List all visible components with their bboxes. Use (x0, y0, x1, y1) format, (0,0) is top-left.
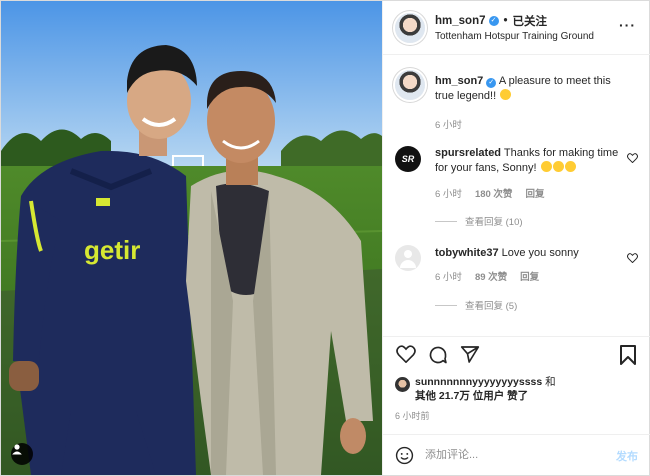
action-bar (383, 336, 650, 370)
jersey-sponsor: getir (84, 235, 140, 265)
author-row: hm_son7 ✓ • 已关注 (435, 13, 547, 29)
side-panel: hm_son7 ✓ • 已关注 Tottenham Hotspur Traini… (382, 1, 650, 475)
commenter-username[interactable]: tobywhite37 (435, 247, 499, 259)
heart-icon[interactable] (396, 345, 416, 363)
post-header: hm_son7 ✓ • 已关注 Tottenham Hotspur Traini… (383, 1, 650, 55)
reply-button[interactable]: 回复 (520, 269, 539, 283)
raised-hands-emoji-icon (552, 161, 564, 172)
post-comment-button[interactable]: 发布 (616, 448, 638, 464)
caption-meta: 6 小时 (435, 117, 462, 131)
add-comment-bar: 发布 (383, 434, 650, 475)
tag-button[interactable] (11, 443, 33, 465)
paper-plane-icon[interactable] (460, 345, 480, 364)
photo-illustration: getir (1, 1, 382, 475)
author-username[interactable]: hm_son7 (435, 15, 486, 27)
comment-icon[interactable] (428, 345, 448, 365)
post-timestamp[interactable]: 6 小时前 (395, 409, 430, 422)
comment-text-block: tobywhite37 Love you sonny (435, 246, 620, 261)
smile-emoji-icon (564, 161, 576, 172)
location-link[interactable]: Tottenham Hotspur Training Ground (435, 31, 594, 42)
likes-and: 和 (545, 376, 556, 388)
replies-line (435, 220, 457, 222)
heart-icon[interactable] (627, 253, 638, 263)
caption-text-block: hm_son7 ✓ A pleasure to meet this true l… (435, 74, 620, 104)
view-replies-label: 查看回复 (5) (465, 301, 518, 312)
caption-avatar[interactable] (395, 70, 425, 100)
grin-emoji-icon (500, 89, 512, 100)
liker-avatar[interactable] (395, 377, 410, 392)
verified-icon: ✓ (488, 16, 499, 26)
liker-username[interactable]: sunnnnnnnyyyyyyyyssss (415, 376, 542, 388)
replies-line (435, 304, 457, 306)
post-photo[interactable]: getir (1, 1, 382, 475)
view-replies-button[interactable]: 查看回复 (10) (435, 214, 523, 228)
clap-emoji-icon (540, 161, 552, 172)
comment-input[interactable] (425, 445, 605, 465)
heart-icon[interactable] (627, 153, 638, 163)
caption-username[interactable]: hm_son7 (435, 75, 483, 87)
comment-text-block: spursrelated Thanks for making time for … (435, 146, 620, 176)
comment-time[interactable]: 6 小时 (435, 269, 462, 283)
follow-status-button[interactable]: 已关注 (513, 13, 548, 29)
comment-like-count[interactable]: 180 次赞 (475, 186, 513, 200)
reply-button[interactable]: 回复 (525, 186, 544, 200)
view-replies-label: 查看回复 (10) (465, 217, 523, 228)
smiley-icon[interactable] (395, 446, 414, 465)
comment-list: hm_son7 ✓ A pleasure to meet this true l… (383, 56, 650, 336)
likes-text: sunnnnnnnyyyyyyyyssss 和 其他 21.7万 位用户 赞了 (415, 375, 556, 403)
comment-text: Love you sonny (501, 247, 579, 259)
verified-icon: ✓ (486, 78, 497, 88)
commenter-username[interactable]: spursrelated (435, 147, 501, 159)
caption-time[interactable]: 6 小时 (435, 117, 462, 131)
commenter-avatar[interactable]: SR (395, 146, 421, 172)
author-avatar[interactable] (395, 13, 425, 43)
user-tag-icon (12, 444, 22, 455)
view-replies-button[interactable]: 查看回复 (5) (435, 298, 517, 312)
comment-time[interactable]: 6 小时 (435, 186, 462, 200)
comment-meta: 6 小时 89 次赞 回复 (435, 269, 539, 283)
bookmark-icon[interactable] (620, 345, 636, 365)
commenter-avatar[interactable] (395, 245, 421, 271)
more-options-icon[interactable]: ··· (619, 17, 636, 33)
comment-like-count[interactable]: 89 次赞 (475, 269, 507, 283)
separator-dot: • (503, 15, 508, 27)
comment-meta: 6 小时 180 次赞 回复 (435, 186, 544, 200)
post-dialog: getir hm_son7 ✓ • 已关注 Tottenham Hotspur … (0, 0, 650, 476)
likes-others-link[interactable]: 其他 21.7万 位用户 赞了 (415, 390, 528, 402)
